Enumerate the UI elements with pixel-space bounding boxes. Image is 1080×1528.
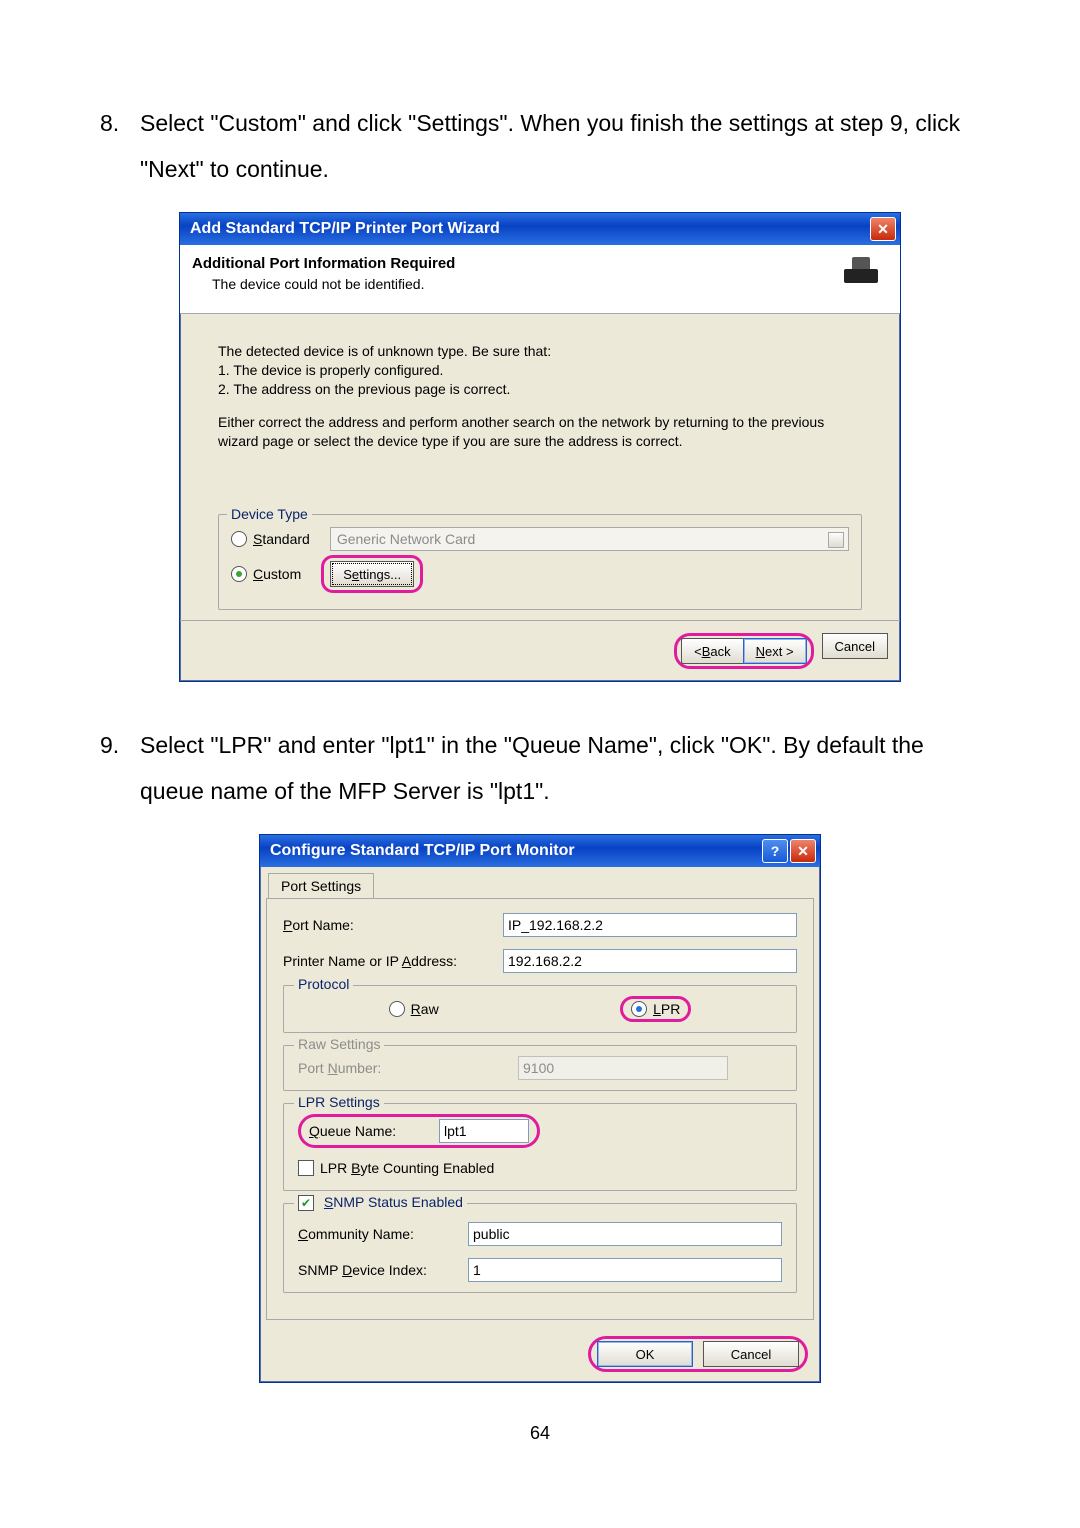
step-8: 8. Select "Custom" and click "Settings".… — [100, 100, 980, 192]
back-button[interactable]: < Back — [681, 638, 743, 664]
snmp-enabled-label: SNMP Status Enabled — [324, 1194, 463, 1210]
raw-label: Raw — [411, 1001, 439, 1017]
ok-button[interactable]: OK — [597, 1341, 693, 1367]
snmp-enabled-checkbox[interactable] — [298, 1195, 314, 1211]
wizard-body: The detected device is of unknown type. … — [180, 314, 900, 620]
dialog-footer: OK Cancel — [260, 1326, 820, 1382]
device-type-group: Device Type Standard Generic Network Car… — [218, 514, 862, 610]
byte-count-label: LPR Byte Counting Enabled — [320, 1160, 494, 1176]
body-line-3: 2. The address on the previous page is c… — [218, 380, 862, 399]
lpr-label: LPR — [653, 1001, 680, 1017]
port-settings-tab[interactable]: Port Settings — [268, 873, 374, 898]
help-icon[interactable]: ? — [762, 839, 788, 863]
raw-settings-legend: Raw Settings — [294, 1036, 384, 1052]
device-type-legend: Device Type — [227, 505, 312, 524]
snmp-device-index-input[interactable]: 1 — [468, 1258, 782, 1282]
byte-count-checkbox[interactable] — [298, 1160, 314, 1176]
ok-cancel-highlight-ring: OK Cancel — [588, 1336, 808, 1372]
titlebar: Add Standard TCP/IP Printer Port Wizard … — [180, 213, 900, 245]
lpr-highlight-ring: LPR — [620, 996, 691, 1022]
printer-address-input[interactable]: 192.168.2.2 — [503, 949, 797, 973]
close-icon[interactable]: ✕ — [870, 217, 896, 241]
port-number-input: 9100 — [518, 1056, 728, 1080]
cancel-button[interactable]: Cancel — [822, 633, 888, 659]
protocol-fieldset: Protocol Raw LPR — [283, 985, 797, 1033]
raw-settings-fieldset: Raw Settings Port Number: 9100 — [283, 1045, 797, 1091]
port-name-label: Port Name: — [283, 917, 503, 933]
step-8-text: Select "Custom" and click "Settings". Wh… — [140, 110, 960, 182]
settings-highlight-ring: Settings... — [321, 555, 423, 593]
port-settings-panel: Port Name: IP_192.168.2.2 Printer Name o… — [266, 898, 814, 1320]
configure-port-window: Configure Standard TCP/IP Port Monitor ?… — [259, 834, 821, 1383]
lpr-settings-legend: LPR Settings — [294, 1094, 384, 1110]
body-line-4: Either correct the address and perform a… — [218, 413, 862, 451]
standard-dropdown[interactable]: Generic Network Card — [330, 527, 849, 551]
body-line-1: The detected device is of unknown type. … — [218, 342, 862, 361]
lpr-radio[interactable] — [631, 1001, 647, 1017]
wizard-header: Additional Port Information Required The… — [180, 245, 900, 314]
custom-label: Custom — [253, 565, 301, 584]
queue-name-input[interactable]: lpt1 — [439, 1119, 529, 1143]
community-name-label: Community Name: — [298, 1226, 468, 1242]
port-number-label: Port Number: — [298, 1060, 518, 1076]
step-9-text: Select "LPR" and enter "lpt1" in the "Qu… — [140, 732, 924, 804]
add-port-wizard-window: Add Standard TCP/IP Printer Port Wizard … — [179, 212, 901, 682]
wizard-nav-bar: < Back Next > Cancel — [180, 620, 900, 681]
cancel-button[interactable]: Cancel — [703, 1341, 799, 1367]
printer-address-label: Printer Name or IP Address: — [283, 953, 503, 969]
step-9-number: 9. — [100, 722, 119, 768]
header-title: Additional Port Information Required — [192, 255, 840, 272]
window-title: Add Standard TCP/IP Printer Port Wizard — [190, 220, 500, 238]
lpr-settings-fieldset: LPR Settings Queue Name: lpt1 LPR Byte C… — [283, 1103, 797, 1191]
community-name-input[interactable]: public — [468, 1222, 782, 1246]
raw-radio[interactable] — [389, 1001, 405, 1017]
page-number: 64 — [100, 1423, 980, 1444]
custom-radio[interactable] — [231, 566, 247, 582]
printer-icon — [840, 255, 888, 303]
back-next-highlight-ring: < Back Next > — [674, 633, 813, 669]
settings-button[interactable]: Settings... — [330, 561, 414, 587]
snmp-fieldset: SNMP Status Enabled Community Name: publ… — [283, 1203, 797, 1293]
step-8-number: 8. — [100, 100, 119, 146]
port-name-input[interactable]: IP_192.168.2.2 — [503, 913, 797, 937]
close-icon[interactable]: ✕ — [790, 839, 816, 863]
header-subtitle: The device could not be identified. — [212, 276, 840, 292]
snmp-device-index-label: SNMP Device Index: — [298, 1262, 468, 1278]
titlebar-2: Configure Standard TCP/IP Port Monitor ?… — [260, 835, 820, 867]
body-line-2: 1. The device is properly configured. — [218, 361, 862, 380]
standard-label: Standard — [253, 530, 310, 549]
protocol-legend: Protocol — [294, 976, 353, 992]
window-title-2: Configure Standard TCP/IP Port Monitor — [270, 842, 575, 860]
standard-radio[interactable] — [231, 531, 247, 547]
queue-name-label: Queue Name: — [309, 1123, 439, 1139]
queue-name-highlight-ring: Queue Name: lpt1 — [298, 1114, 540, 1148]
next-button[interactable]: Next > — [743, 638, 807, 664]
step-9: 9. Select "LPR" and enter "lpt1" in the … — [100, 722, 980, 814]
